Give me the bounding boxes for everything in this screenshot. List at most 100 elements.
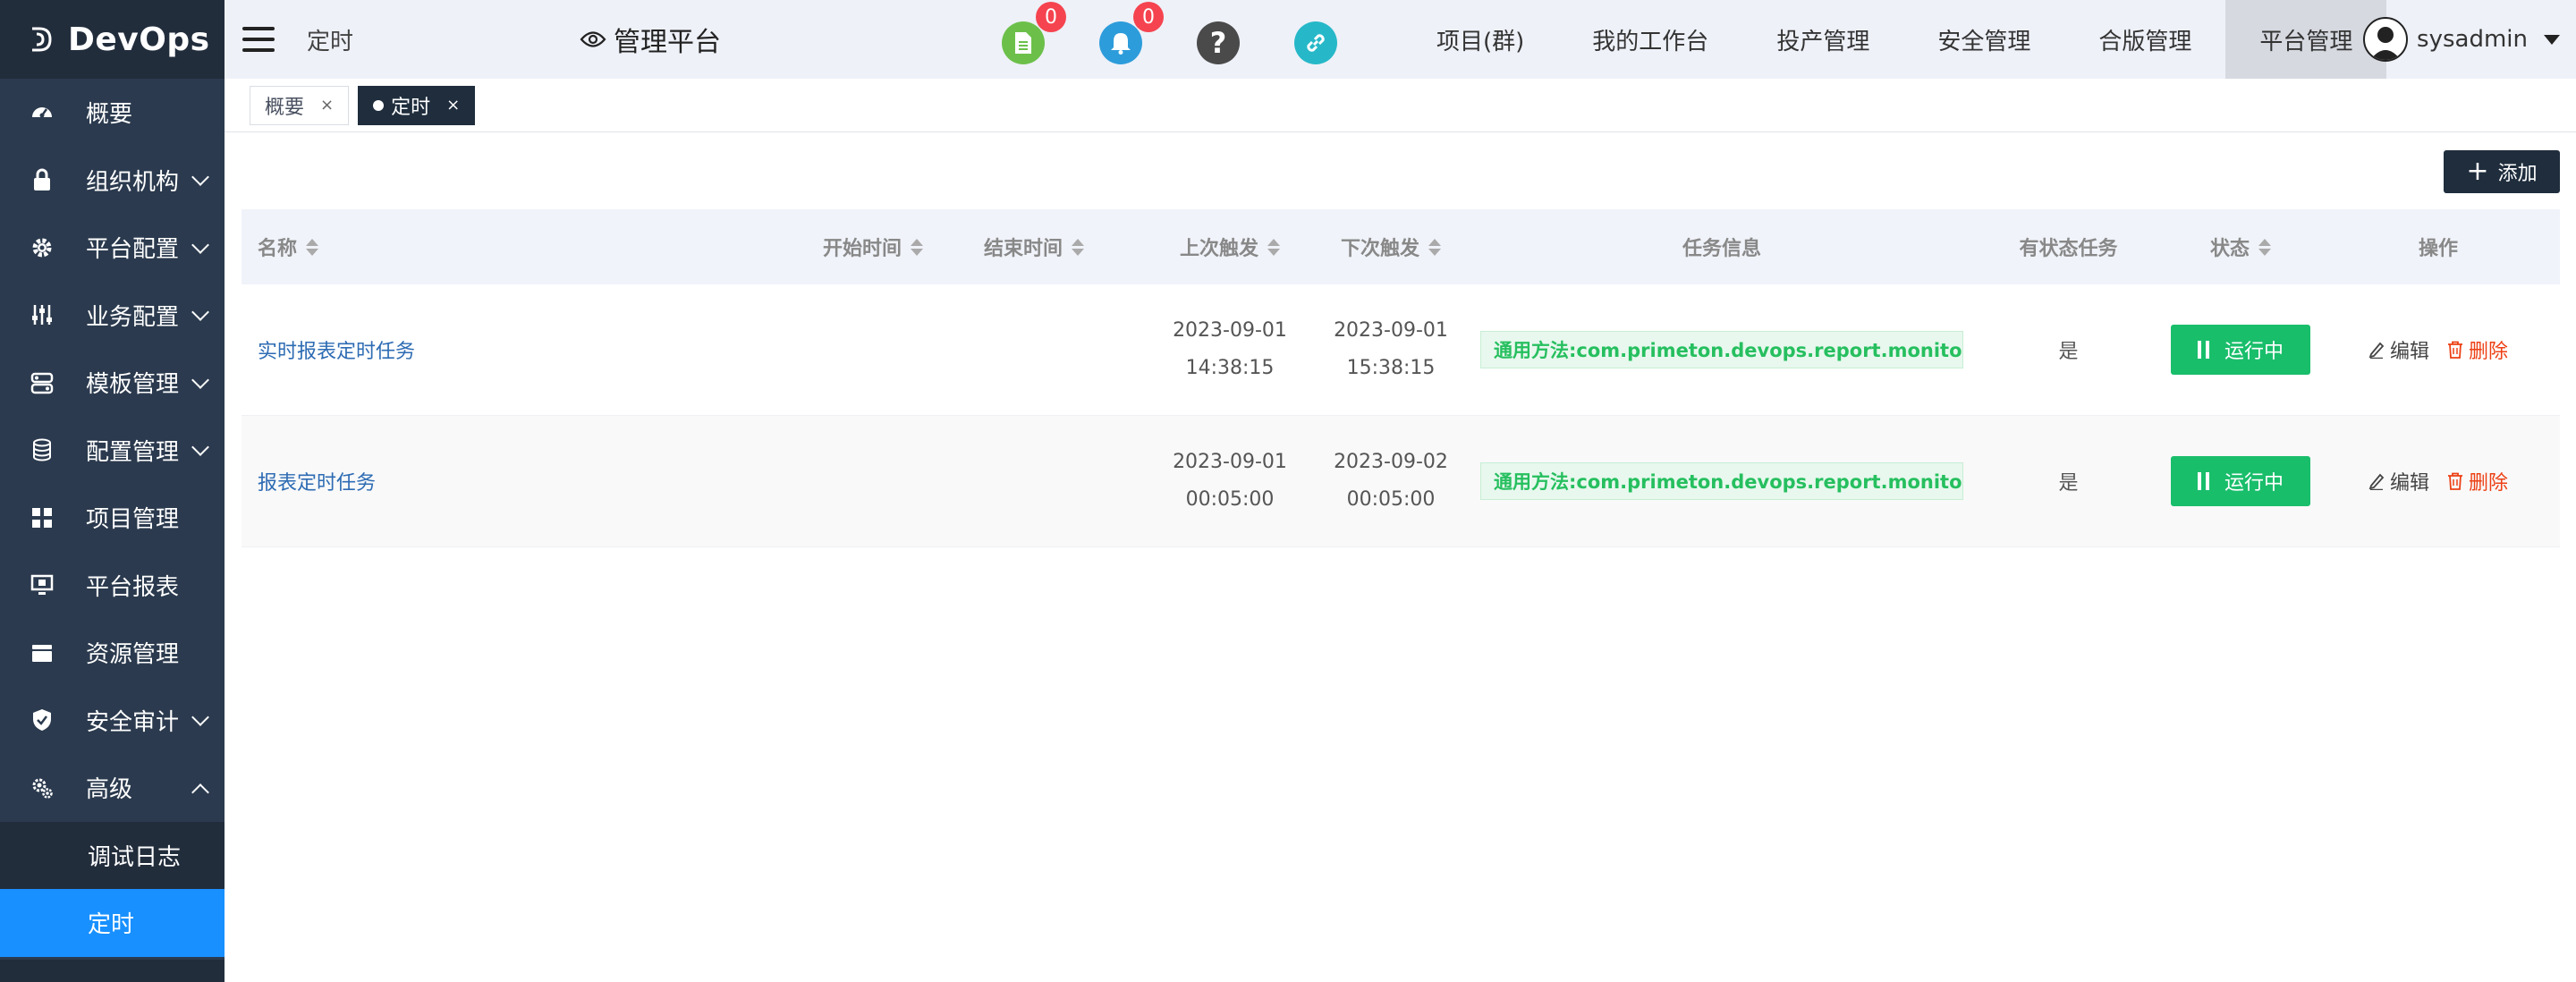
cell-start [823, 416, 984, 546]
sidebar-item-platform-report[interactable]: 平台报表 [0, 552, 225, 620]
platform-switch[interactable]: 管理平台 [580, 20, 721, 59]
avatar [2363, 17, 2409, 62]
edit-label: 编辑 [2389, 341, 2429, 363]
sort-icon[interactable] [911, 238, 924, 256]
add-button-label: 添加 [2497, 163, 2538, 185]
delete-button[interactable]: 删除 [2447, 335, 2508, 364]
column-header-name[interactable]: 名称 [242, 209, 823, 284]
column-header-status[interactable]: 状态 [2165, 209, 2317, 284]
sidebar-item-overview[interactable]: 概要 [0, 79, 225, 147]
cell-stateful: 是 [2058, 341, 2079, 363]
sidebar-item-project-management[interactable]: 项目管理 [0, 484, 225, 552]
column-header-label: 结束时间 [984, 238, 1063, 260]
cell-status: 运行中 [2165, 416, 2317, 546]
close-icon[interactable]: × [320, 96, 334, 114]
pause-button[interactable]: 运行中 [2171, 456, 2310, 506]
sort-icon[interactable] [2258, 238, 2271, 256]
sidebar-item-label: 配置管理 [86, 438, 180, 466]
time: 15:38:15 [1346, 357, 1436, 379]
cell-actions: 编辑 删除 [2317, 284, 2560, 415]
column-header-label: 名称 [258, 238, 298, 260]
edit-icon [2368, 473, 2385, 490]
tab-overview[interactable]: 概要 × [250, 85, 350, 125]
chevron-down-icon [191, 168, 209, 187]
username: sysadmin [2417, 26, 2528, 53]
delete-button[interactable]: 删除 [2447, 467, 2508, 495]
edit-button[interactable]: 编辑 [2368, 335, 2429, 364]
sidebar-item-label: 资源管理 [86, 641, 180, 669]
column-header-end[interactable]: 结束时间 [984, 209, 1149, 284]
cell-status: 运行中 [2165, 284, 2317, 415]
table-row: 实时报表定时任务 2023-09-01 14:38:15 2023-09-01 … [242, 284, 2560, 416]
chevron-down-icon [191, 303, 209, 322]
lock-icon [29, 166, 55, 193]
sort-icon[interactable] [1428, 238, 1441, 256]
cell-stateful: 是 [2058, 472, 2079, 495]
logo[interactable]: DevOps [0, 0, 225, 79]
caret-down-icon [2544, 34, 2560, 45]
sidebar-item-label: 业务配置 [86, 303, 180, 331]
edit-button[interactable]: 编辑 [2368, 467, 2429, 495]
table-row: 报表定时任务 2023-09-01 00:05:00 2023-09-02 00… [242, 416, 2560, 547]
top-nav: 项目(群) 我的工作台 投产管理 安全管理 合版管理 平台管理 [1402, 0, 2387, 79]
sidebar-item-resource-management[interactable]: 资源管理 [0, 619, 225, 687]
database-icon [29, 436, 55, 463]
date: 2023-09-02 [1334, 451, 1448, 473]
sidebar-subitem-schedule[interactable]: 定时 [0, 889, 225, 957]
cell-last-trigger: 2023-09-01 14:38:15 [1149, 284, 1310, 415]
datetime: 2023-09-01 14:38:15 [1173, 312, 1287, 387]
sidebar-subitem-debug-log[interactable]: 调试日志 [0, 821, 225, 889]
sidebar-item-business-config[interactable]: 业务配置 [0, 282, 225, 350]
chevron-down-icon [191, 235, 209, 254]
datetime: 2023-09-01 15:38:15 [1334, 312, 1448, 387]
menu-toggle-icon[interactable] [242, 27, 275, 52]
tab-label: 概要 [265, 96, 305, 119]
sidebar-item-config-management[interactable]: 配置管理 [0, 417, 225, 485]
column-header-actions: 操作 [2317, 209, 2560, 284]
column-header-start[interactable]: 开始时间 [823, 209, 984, 284]
help-icon[interactable]: ? [1197, 21, 1240, 64]
nav-item-security[interactable]: 安全管理 [1903, 0, 2064, 79]
user-menu[interactable]: sysadmin [2363, 0, 2560, 79]
sidebar-item-label: 模板管理 [86, 371, 180, 399]
date: 2023-09-01 [1173, 319, 1287, 342]
status-label: 运行中 [2224, 472, 2284, 495]
cell-start [823, 284, 984, 415]
document-icon[interactable]: 0 [1002, 2, 1066, 64]
sort-icon[interactable] [1072, 238, 1085, 256]
cell-end [984, 284, 1149, 415]
edit-label: 编辑 [2389, 472, 2429, 495]
tab-schedule[interactable]: 定时 × [358, 85, 476, 125]
column-header-label: 下次触发 [1340, 238, 1419, 260]
close-icon[interactable]: × [446, 96, 460, 114]
sidebar-item-organization[interactable]: 组织机构 [0, 147, 225, 215]
eye-icon [580, 31, 606, 47]
link-icon[interactable] [1294, 21, 1337, 64]
pause-icon [2197, 341, 2214, 359]
bell-icon[interactable]: 0 [1099, 2, 1164, 64]
nav-item-production[interactable]: 投产管理 [1742, 0, 1903, 79]
nav-item-my-workbench[interactable]: 我的工作台 [1558, 0, 1742, 79]
column-header-label: 有状态任务 [2019, 238, 2118, 260]
sidebar-item-platform-config[interactable]: 平台配置 [0, 214, 225, 282]
column-header-next-trigger[interactable]: 下次触发 [1310, 209, 1471, 284]
column-header-last-trigger[interactable]: 上次触发 [1149, 209, 1310, 284]
sidebar-item-security-audit[interactable]: 安全审计 [0, 687, 225, 755]
sort-icon[interactable] [1267, 238, 1280, 256]
add-button[interactable]: + 添加 [2444, 150, 2560, 193]
logo-text: DevOps [68, 21, 210, 58]
cell-name: 实时报表定时任务 [242, 284, 823, 415]
task-name-link[interactable]: 实时报表定时任务 [258, 335, 415, 364]
sidebar-footer [0, 960, 225, 982]
nav-item-merge[interactable]: 合版管理 [2064, 0, 2225, 79]
pause-button[interactable]: 运行中 [2171, 325, 2310, 375]
nav-item-projects[interactable]: 项目(群) [1402, 0, 1558, 79]
sort-icon[interactable] [306, 238, 319, 256]
sidebar-item-template[interactable]: 模板管理 [0, 349, 225, 417]
plus-icon: + [2466, 156, 2489, 187]
delete-label: 删除 [2469, 341, 2509, 363]
table-header: 名称 开始时间 结束时间 上次触发 下次触发 任务信息 有状态任务 状态 操作 [242, 209, 2560, 284]
monitor-icon [29, 571, 55, 598]
task-name-link[interactable]: 报表定时任务 [258, 467, 376, 495]
sidebar-item-advanced[interactable]: 高级 [0, 754, 225, 822]
